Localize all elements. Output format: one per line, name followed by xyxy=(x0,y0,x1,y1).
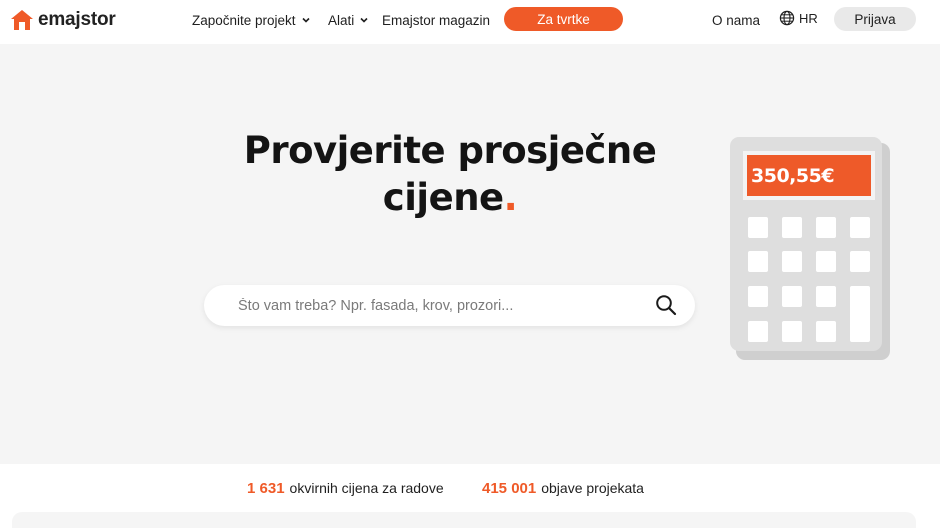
logo[interactable]: emajstor xyxy=(10,7,116,33)
site-header: emajstor Započnite projekt Alati Emajsto… xyxy=(0,0,940,44)
price-search-bar xyxy=(204,285,695,326)
for-companies-label: Za tvrtke xyxy=(537,11,590,27)
nav-tools-label: Alati xyxy=(328,12,355,28)
chevron-down-icon xyxy=(360,17,368,23)
calculator-price-value: 350,55€ xyxy=(751,165,835,187)
language-selector[interactable]: HR xyxy=(779,10,818,26)
nav-magazine[interactable]: Emajstor magazin xyxy=(382,11,490,29)
search-input[interactable] xyxy=(238,295,638,316)
nav-start-project[interactable]: Započnite projekt xyxy=(192,11,311,29)
page-title: Provjerite prosječne cijene. xyxy=(230,127,670,221)
for-companies-button[interactable]: Za tvrtke xyxy=(504,7,623,31)
login-button[interactable]: Prijava xyxy=(834,7,916,31)
chevron-down-icon xyxy=(301,17,310,23)
calculator-illustration: 350,55€ xyxy=(730,137,890,360)
title-line-2: cijene xyxy=(382,176,504,219)
stat-label: objave projekata xyxy=(541,480,644,496)
title-accent-dot: . xyxy=(503,176,518,219)
logo-house-icon xyxy=(11,10,33,30)
nav-about[interactable]: O nama xyxy=(712,11,760,29)
globe-icon xyxy=(779,10,795,26)
stat-price-estimates: 1 631 okvirnih cijena za radove xyxy=(247,480,444,497)
search-icon[interactable] xyxy=(655,294,677,316)
nav-about-label: O nama xyxy=(712,12,761,28)
content-card xyxy=(12,512,916,528)
stat-number: 415 001 xyxy=(482,480,537,497)
login-label: Prijava xyxy=(854,11,896,27)
nav-tools[interactable]: Alati xyxy=(328,11,369,29)
title-line-1: Provjerite prosječne xyxy=(243,129,657,172)
stat-label: okvirnih cijena za radove xyxy=(289,480,444,496)
logo-text: emajstor xyxy=(38,9,116,30)
stats-bar: 1 631 okvirnih cijena za radove 415 001 ob… xyxy=(0,464,940,512)
nav-magazine-label: Emajstor magazin xyxy=(382,12,491,28)
stat-project-posts: 415 001 objave projekata xyxy=(482,480,644,497)
stat-number: 1 631 xyxy=(247,480,285,497)
nav-start-project-label: Započnite projekt xyxy=(192,12,296,28)
language-label: HR xyxy=(799,10,818,26)
